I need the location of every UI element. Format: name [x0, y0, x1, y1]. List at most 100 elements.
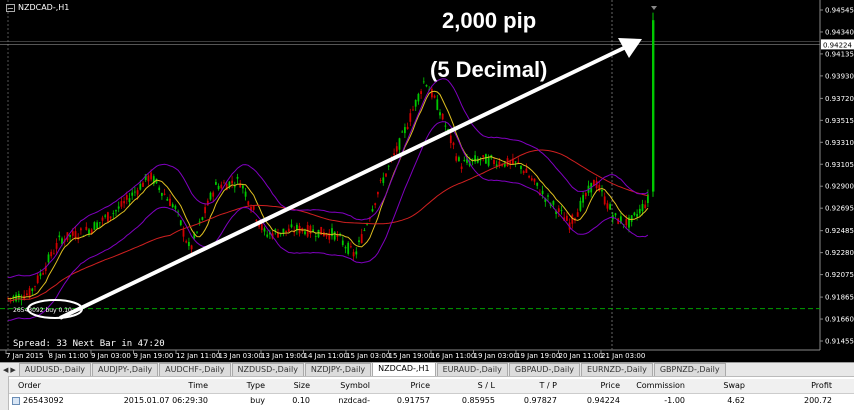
table-cell: 0.94224: [586, 396, 620, 405]
candle-body: [452, 142, 455, 146]
candle-body: [414, 100, 417, 107]
candle-body: [530, 178, 533, 181]
candle-body: [115, 210, 117, 212]
tab-audchf-daily[interactable]: AUDCHF-,Daily: [159, 363, 231, 376]
terminal-header-row: Order Time Type Size Symbol Price S / L T / P Pr…: [0, 379, 854, 394]
tab-scroll-right-icon[interactable]: ▶: [10, 366, 15, 374]
candle-body: [101, 217, 104, 221]
time-tick-label: 15 Jan 19:00: [389, 352, 433, 360]
column-header[interactable]: Profit: [780, 381, 832, 390]
tab-audjpy-daily[interactable]: AUDJPY-,Daily: [92, 363, 159, 376]
candle-body: [85, 226, 88, 230]
price-tick-label: 0.92075: [825, 271, 854, 279]
candle-body: [547, 195, 549, 197]
candle-body: [120, 201, 123, 207]
column-header[interactable]: S / L: [450, 381, 495, 390]
column-header[interactable]: Size: [280, 381, 310, 390]
candle-body: [55, 242, 58, 249]
chart-title-text: NZDCAD-,H1: [18, 3, 70, 12]
tab-eurnzd-daily[interactable]: EURNZD-,Daily: [581, 363, 653, 376]
candle-body: [382, 177, 385, 183]
price-chart[interactable]: 0.94545 0.94340 0.94135 0.93930 0.93720 0.935…: [0, 0, 854, 362]
tab-nzdcad-h1[interactable]: NZDCAD-,H1: [372, 362, 436, 376]
candle-body: [479, 159, 482, 161]
column-header[interactable]: Time: [120, 381, 208, 390]
column-header[interactable]: Type: [230, 381, 265, 390]
candle-body: [185, 241, 188, 243]
candle-body: [601, 190, 603, 192]
candle-body: [93, 222, 96, 230]
tab-gbpaud-daily[interactable]: GBPAUD-,Daily: [508, 363, 581, 376]
candle-body: [158, 187, 161, 190]
trade-label: 26543092 buy 0.10: [13, 307, 72, 314]
candle-body: [166, 198, 169, 201]
time-tick-label: 20 Jan 11:00: [559, 352, 603, 360]
tab-nzdusd-daily[interactable]: NZDUSD-,Daily: [231, 363, 304, 376]
candle-body: [58, 235, 61, 238]
table-cell: 2015.01.07 06:29:30: [123, 396, 208, 405]
table-cell: buy: [250, 396, 265, 405]
candle-body: [482, 155, 485, 157]
candle-body: [139, 183, 142, 190]
column-header[interactable]: Price: [390, 381, 430, 390]
trend-arrow-line: [59, 44, 629, 320]
candle-body: [179, 220, 182, 226]
candle-body: [142, 182, 144, 187]
table-cell: 0.97827: [523, 396, 557, 405]
candle-body: [638, 208, 641, 214]
candle-body: [536, 182, 539, 186]
price-tick-label: 0.91455: [825, 338, 854, 346]
shift-marker-icon: [651, 6, 657, 10]
candle-body: [171, 204, 174, 208]
candle-body: [358, 240, 360, 243]
candle-body: [487, 156, 490, 166]
column-header[interactable]: Price: [580, 381, 620, 390]
candle-body: [190, 245, 193, 250]
candle-body: [42, 272, 44, 275]
candle-body: [15, 294, 17, 302]
chart-title: NZDCAD-,H1: [6, 3, 69, 12]
candle-body: [212, 192, 215, 197]
table-row[interactable]: 26543092 2015.01.07 06:29:30 buy 0.10 nzdcad…: [0, 394, 854, 408]
chart-window[interactable]: 0.94545 0.94340 0.94135 0.93930 0.93720 0.935…: [0, 0, 854, 362]
tab-gbpnzd-daily[interactable]: GBPNZD-,Daily: [653, 363, 726, 376]
tab-audusd-daily[interactable]: AUDUSD-,Daily: [18, 363, 92, 376]
column-header[interactable]: Symbol: [320, 381, 370, 390]
candle-body: [603, 196, 606, 205]
candle-body: [609, 204, 611, 210]
candle-body: [576, 212, 579, 217]
candle-body: [352, 252, 355, 257]
candle-body: [517, 162, 520, 163]
candle-body: [136, 190, 139, 195]
column-header[interactable]: Order: [18, 381, 78, 390]
candle-body: [309, 225, 312, 234]
tab-euraud-daily[interactable]: EURAUD-,Daily: [436, 363, 508, 376]
candle-body: [398, 138, 401, 150]
candle-body: [566, 215, 568, 221]
column-header[interactable]: Commission: [630, 381, 685, 390]
time-tick-label: 16 Jan 11:00: [431, 352, 475, 360]
slow-moving-average: [7, 149, 649, 302]
price-tick-label: 0.92280: [825, 249, 854, 257]
candle-body: [409, 113, 412, 122]
candle-body: [188, 241, 190, 247]
candle-body: [260, 224, 263, 230]
candle-body: [107, 212, 109, 222]
candle-body: [401, 131, 404, 133]
candle-body: [393, 153, 395, 156]
column-header[interactable]: T / P: [515, 381, 558, 390]
candle-body: [252, 205, 255, 210]
price-tick-label: 0.94135: [825, 50, 854, 58]
candle-body: [125, 195, 128, 200]
candle-body: [498, 161, 501, 166]
candle-body: [201, 217, 204, 220]
candle-body: [266, 234, 269, 237]
time-tick-label: 15 Jan 03:00: [346, 352, 390, 360]
tab-scroll-left-icon[interactable]: ◀: [3, 366, 8, 374]
candle-body: [317, 229, 320, 238]
column-header[interactable]: Swap: [700, 381, 745, 390]
candle-body: [420, 91, 422, 95]
candle-body: [236, 176, 239, 179]
candle-body: [404, 127, 406, 134]
tab-nzdjpy-daily[interactable]: NZDJPY-,Daily: [304, 363, 372, 376]
